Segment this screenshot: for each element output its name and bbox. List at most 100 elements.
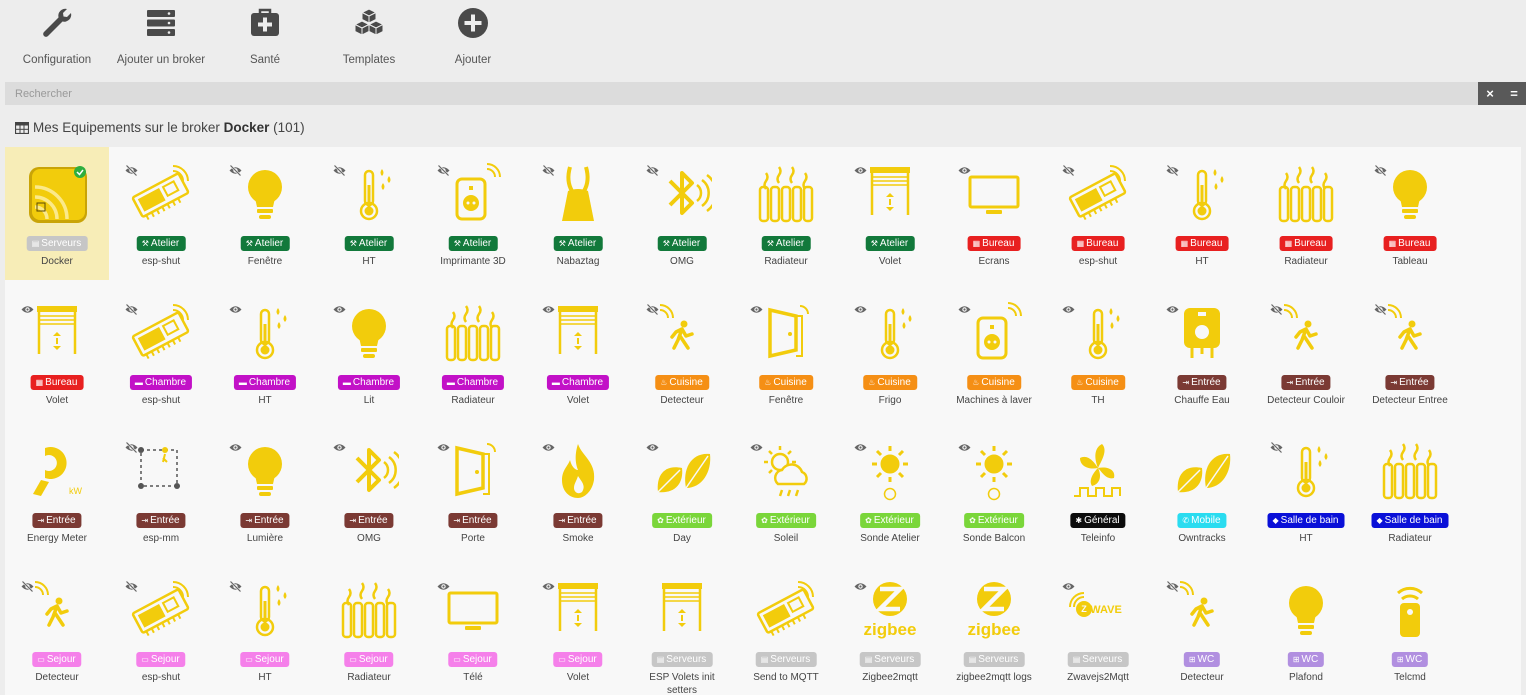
equipment-card[interactable]: ⚒ Atelier Volet bbox=[838, 147, 942, 280]
equipment-card[interactable]: ⚒ Atelier Imprimante 3D bbox=[421, 147, 525, 280]
equipment-card[interactable]: ♨ Cuisine Fenêtre bbox=[734, 286, 838, 419]
zone-badge: ▭ Sejour bbox=[344, 652, 394, 667]
zone-icon: ♨ bbox=[1076, 378, 1084, 387]
equipment-card[interactable]: ⇥ Entrée esp-mm bbox=[109, 424, 213, 557]
equipment-card[interactable]: ▦ Bureau Radiateur bbox=[1254, 147, 1358, 280]
equipment-card[interactable]: ♨ Cuisine Frigo bbox=[838, 286, 942, 419]
equipment-name: Imprimante 3D bbox=[440, 256, 506, 267]
zone-icon: ⚒ bbox=[558, 239, 566, 248]
equipment-card[interactable]: ▦ Bureau Volet bbox=[5, 286, 109, 419]
zone-icon: ▬ bbox=[551, 378, 560, 387]
add-broker-button[interactable]: Ajouter un broker bbox=[109, 0, 213, 78]
equipment-card[interactable]: ⊞ WC Telcmd bbox=[1358, 563, 1462, 695]
templates-button[interactable]: Templates bbox=[317, 0, 421, 78]
equipment-name: Soleil bbox=[773, 533, 799, 544]
equipment-card[interactable]: ⇥ Entrée Detecteur Couloir bbox=[1254, 286, 1358, 419]
equipment-card[interactable]: ▬ Chambre Lit bbox=[317, 286, 421, 419]
zone-icon: ⇥ bbox=[1182, 378, 1190, 387]
equipment-card[interactable]: zigbee ▤ Serveurs zigbee2mqtt logs bbox=[942, 563, 1046, 695]
equipment-card[interactable]: ✆ Mobile Owntracks bbox=[1150, 424, 1254, 557]
equipment-card[interactable]: ▭ Sejour esp-shut bbox=[109, 563, 213, 695]
equipment-card[interactable]: ▤ Serveurs Send to MQTT bbox=[734, 563, 838, 695]
equipment-card[interactable]: ✱ Général Teleinfo bbox=[1046, 424, 1150, 557]
equipment-card[interactable]: ◆ Salle de bain Radiateur bbox=[1358, 424, 1462, 557]
equipment-card[interactable]: kW ⇥ Entrée Energy Meter bbox=[5, 424, 109, 557]
radiator-icon bbox=[1382, 443, 1438, 500]
equipment-card[interactable]: ⇥ Entrée Porte bbox=[421, 424, 525, 557]
configuration-button[interactable]: Configuration bbox=[5, 0, 109, 78]
equipment-card[interactable]: ♨ Cuisine TH bbox=[1046, 286, 1150, 419]
equipment-card[interactable]: ✿ Extérieur Sonde Balcon bbox=[942, 424, 1046, 557]
equipment-card[interactable]: ▦ Bureau HT bbox=[1150, 147, 1254, 280]
equipment-card[interactable]: ✿ Extérieur Day bbox=[630, 424, 734, 557]
equipment-card[interactable]: ⇥ Entrée Smoke bbox=[526, 424, 630, 557]
search-menu-button[interactable]: = bbox=[1502, 82, 1526, 105]
wrench-icon bbox=[43, 8, 72, 37]
equipment-card[interactable]: ▭ Sejour Detecteur bbox=[5, 563, 109, 695]
zone-label: Chambre bbox=[144, 377, 187, 388]
equipment-card[interactable]: ⇥ Entrée Chauffe Eau bbox=[1150, 286, 1254, 419]
zone-icon: ⚒ bbox=[245, 239, 253, 248]
zone-badge: ▭ Sejour bbox=[553, 652, 603, 667]
zone-icon: ♨ bbox=[972, 378, 980, 387]
equipment-card[interactable]: Z WAVE ▤ Serveurs Zwavejs2Mqtt bbox=[1046, 563, 1150, 695]
eye-icon bbox=[437, 583, 450, 590]
zone-badge: ⚒ Atelier bbox=[136, 236, 186, 251]
search-input[interactable] bbox=[5, 82, 1478, 105]
equipment-card[interactable]: ◆ Salle de bain HT bbox=[1254, 424, 1358, 557]
equipment-card[interactable]: ⚒ Atelier Fenêtre bbox=[213, 147, 317, 280]
zone-badge: ⚒ Atelier bbox=[553, 236, 603, 251]
equipment-card[interactable]: ♨ Cuisine Detecteur bbox=[630, 286, 734, 419]
equipment-name: Owntracks bbox=[1178, 533, 1226, 544]
shutter-icon bbox=[662, 583, 702, 631]
equipment-card[interactable]: ⇥ Entrée OMG bbox=[317, 424, 421, 557]
equipment-card[interactable]: ⚒ Atelier Radiateur bbox=[734, 147, 838, 280]
equipment-name: Plafond bbox=[1289, 672, 1323, 683]
equipment-card[interactable]: ▭ Sejour Télé bbox=[421, 563, 525, 695]
equipment-card[interactable]: ⊞ WC Detecteur bbox=[1150, 563, 1254, 695]
fan-signal-icon bbox=[1074, 444, 1121, 497]
zone-badge: ✿ Extérieur bbox=[652, 513, 712, 528]
equipment-card[interactable]: ♨ Cuisine Machines à laver bbox=[942, 286, 1046, 419]
equipment-card[interactable]: ⚒ Atelier OMG bbox=[630, 147, 734, 280]
equipment-card[interactable]: ▭ Sejour Radiateur bbox=[317, 563, 421, 695]
zone-icon: ♨ bbox=[660, 378, 668, 387]
equipment-name: esp-shut bbox=[141, 395, 181, 406]
equipment-card[interactable]: ▭ Sejour Volet bbox=[526, 563, 630, 695]
zone-badge: ▬ Chambre bbox=[546, 375, 610, 390]
zone-icon: ✆ bbox=[1182, 516, 1190, 525]
equipment-name: Radiateur bbox=[347, 672, 391, 683]
equipment-card[interactable]: ▬ Chambre Volet bbox=[526, 286, 630, 419]
equipment-card[interactable]: ▬ Chambre Radiateur bbox=[421, 286, 525, 419]
health-button[interactable]: Santé bbox=[213, 0, 317, 78]
thermometer-icon bbox=[255, 585, 287, 637]
add-button[interactable]: Ajouter bbox=[421, 0, 525, 78]
equipment-card[interactable]: ✿ Extérieur Sonde Atelier bbox=[838, 424, 942, 557]
eye-slash-icon bbox=[542, 165, 555, 176]
equipment-card[interactable]: ⇥ Entrée Detecteur Entree bbox=[1358, 286, 1462, 419]
equipment-card[interactable]: ▭ Sejour HT bbox=[213, 563, 317, 695]
equipment-card[interactable]: ⊞ WC Plafond bbox=[1254, 563, 1358, 695]
equipment-card[interactable]: ⚒ Atelier HT bbox=[317, 147, 421, 280]
zone-badge: ⚒ Atelier bbox=[448, 236, 498, 251]
equipment-card[interactable]: zigbee ▤ Serveurs Zigbee2mqtt bbox=[838, 563, 942, 695]
eye-icon bbox=[1062, 583, 1075, 590]
equipment-card[interactable]: ▬ Chambre HT bbox=[213, 286, 317, 419]
eye-icon bbox=[854, 306, 867, 313]
equipment-card[interactable]: ▦ Bureau Tableau bbox=[1358, 147, 1462, 280]
motion-icon bbox=[659, 304, 694, 350]
equipment-card[interactable]: ▦ Bureau esp-shut bbox=[1046, 147, 1150, 280]
equipment-card[interactable]: ✿ Extérieur Soleil bbox=[734, 424, 838, 557]
equipment-card[interactable]: ⇥ Entrée Lumière bbox=[213, 424, 317, 557]
equipment-card[interactable]: ▤ Serveurs Docker bbox=[5, 147, 109, 280]
equipment-card[interactable]: ⚒ Atelier esp-shut bbox=[109, 147, 213, 280]
equipment-card[interactable]: ▤ Serveurs ESP Volets init setters bbox=[630, 563, 734, 695]
equipment-card[interactable]: ⚒ Atelier Nabaztag bbox=[526, 147, 630, 280]
equipment-card[interactable]: ▦ Bureau Ecrans bbox=[942, 147, 1046, 280]
clear-search-button[interactable]: × bbox=[1478, 82, 1502, 105]
equipment-name: Porte bbox=[461, 533, 485, 544]
equipment-card[interactable]: ▬ Chambre esp-shut bbox=[109, 286, 213, 419]
zone-badge: ⊞ WC bbox=[1391, 652, 1429, 667]
zone-badge: ◆ Salle de bain bbox=[1371, 513, 1449, 528]
zone-badge: ▬ Chambre bbox=[129, 375, 193, 390]
